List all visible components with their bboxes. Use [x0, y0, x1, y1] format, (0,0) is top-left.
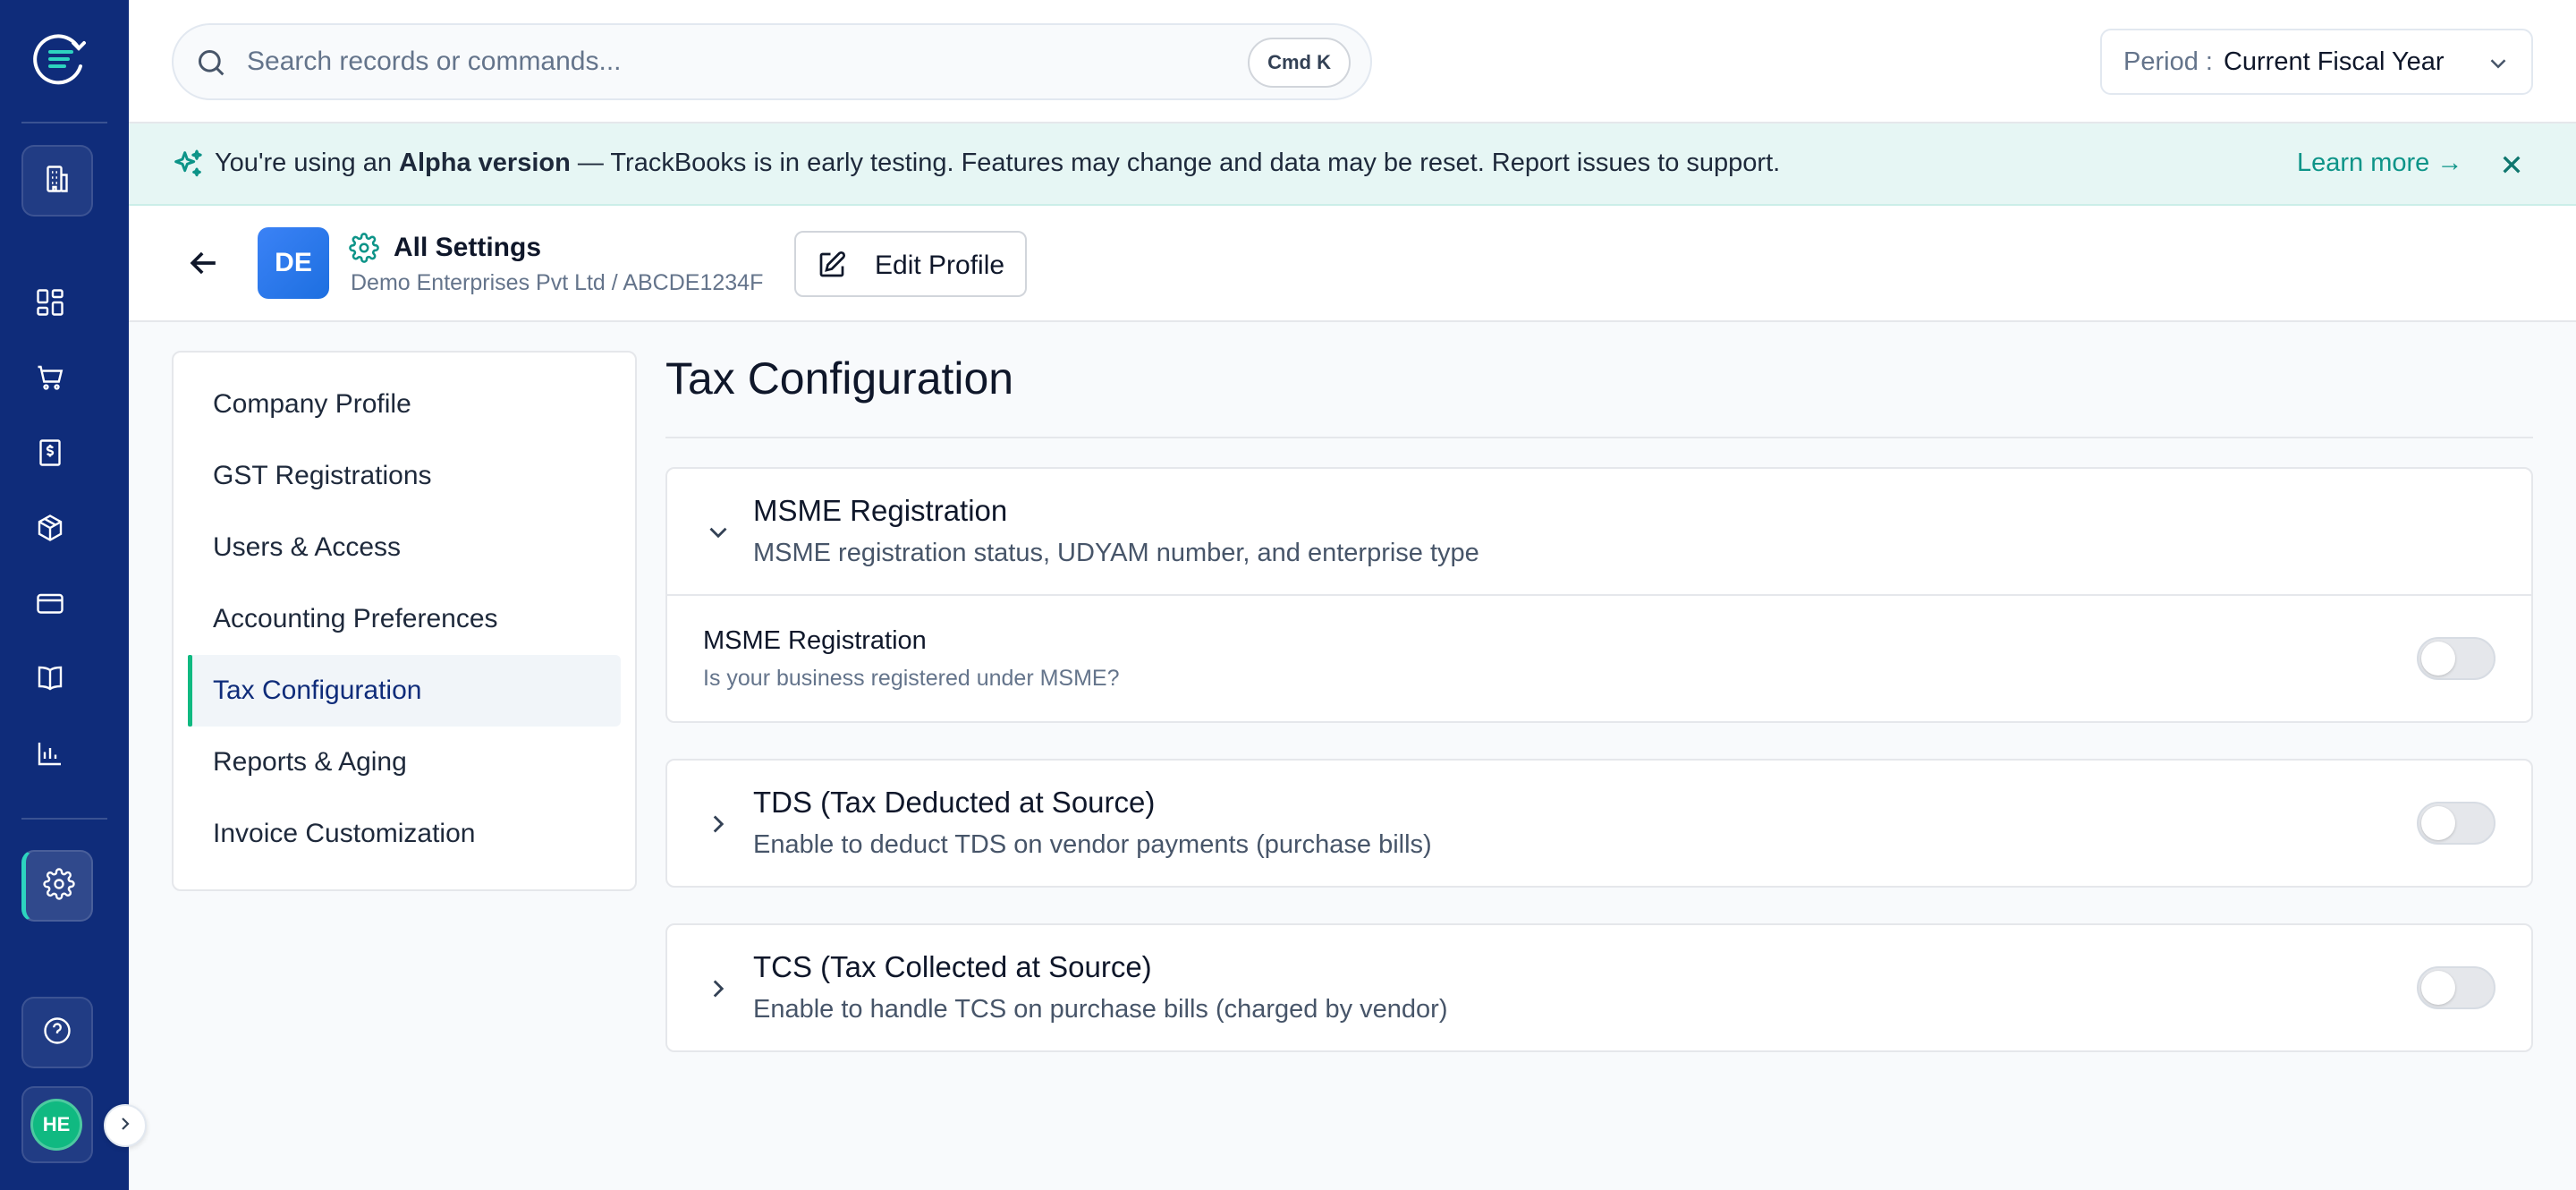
page-breadcrumb-title: All Settings	[394, 233, 542, 262]
cart-icon	[34, 361, 66, 398]
tcs-section-title[interactable]: TCS (Tax Collected at Source)	[753, 950, 1152, 984]
tcs-toggle[interactable]	[2417, 966, 2496, 1009]
sidebar-item-payments[interactable]	[29, 583, 72, 626]
settings-nav-gst-registrations[interactable]: GST Registrations	[188, 440, 621, 512]
chevron-right-icon[interactable]	[703, 973, 733, 1004]
help-circle-icon	[41, 1015, 73, 1051]
card-icon	[34, 587, 66, 624]
settings-nav-accounting-preferences[interactable]: Accounting Preferences	[188, 583, 621, 655]
settings-gear-icon	[349, 233, 379, 263]
chevron-right-icon[interactable]	[703, 809, 733, 839]
chevron-right-icon	[114, 1113, 136, 1139]
edit-profile-button[interactable]: Edit Profile	[794, 231, 1027, 297]
tcs-section-description: Enable to handle TCS on purchase bills (…	[753, 995, 1448, 1024]
breadcrumb-separator: /	[611, 270, 618, 295]
company-avatar: DE	[258, 227, 329, 299]
msme-row-subtitle: Is your business registered under MSME?	[703, 666, 1120, 691]
box-icon	[34, 512, 66, 548]
period-label: Period :	[2123, 47, 2213, 76]
period-value: Current Fiscal Year	[2223, 47, 2445, 76]
company-id: ABCDE1234F	[623, 270, 764, 295]
sidebar-item-sales[interactable]	[29, 358, 72, 401]
settings-nav-reports-aging[interactable]: Reports & Aging	[188, 727, 621, 798]
user-avatar[interactable]: HE	[30, 1099, 82, 1151]
book-icon	[34, 662, 66, 699]
msme-section-description: MSME registration status, UDYAM number, …	[753, 539, 1479, 567]
msme-row-title: MSME Registration	[703, 626, 927, 655]
tds-toggle[interactable]	[2417, 802, 2496, 845]
command-shortcut-badge: Cmd K	[1248, 38, 1351, 88]
settings-nav: Company Profile GST Registrations Users …	[172, 351, 637, 891]
sparkles-icon	[170, 147, 206, 183]
sidebar-divider	[21, 818, 107, 820]
msme-registration-toggle[interactable]	[2417, 637, 2496, 680]
banner-suffix: — TrackBooks is in early testing. Featur…	[570, 149, 1781, 177]
settings-nav-company-profile[interactable]: Company Profile	[188, 369, 621, 440]
tcs-section-card: TCS (Tax Collected at Source) Enable to …	[665, 923, 2533, 1052]
settings-header: DE All Settings Demo Enterprises Pvt Ltd…	[129, 206, 2576, 322]
search-input[interactable]: Search records or commands... Cmd K	[172, 23, 1372, 100]
sidebar-item-invoices[interactable]	[29, 433, 72, 476]
sidebar-item-inventory[interactable]	[29, 508, 72, 551]
banner-prefix: You're using an	[215, 149, 400, 177]
sidebar-item-help[interactable]	[21, 997, 93, 1068]
sidebar-item-company[interactable]	[21, 145, 93, 217]
sidebar-item-dashboard[interactable]	[29, 283, 72, 326]
sidebar-divider	[21, 122, 107, 123]
settings-nav-invoice-customization[interactable]: Invoice Customization	[188, 798, 621, 870]
back-arrow-icon[interactable]	[184, 243, 224, 283]
tds-section-description: Enable to deduct TDS on vendor payments …	[753, 830, 1432, 859]
receipt-dollar-icon	[34, 437, 66, 473]
top-bar: Search records or commands... Cmd K Peri…	[129, 0, 2576, 123]
chevron-down-icon	[2485, 50, 2512, 77]
building-icon	[41, 163, 73, 200]
gear-icon	[42, 867, 75, 905]
tds-section-title[interactable]: TDS (Tax Deducted at Source)	[753, 786, 1155, 820]
title-divider	[665, 437, 2533, 438]
close-icon[interactable]	[2494, 147, 2529, 183]
tds-section-card: TDS (Tax Deducted at Source) Enable to d…	[665, 759, 2533, 888]
edit-icon	[816, 249, 848, 281]
search-icon	[193, 45, 229, 81]
expand-sidebar-button[interactable]	[104, 1104, 147, 1147]
banner-message: You're using an Alpha version — TrackBoo…	[215, 149, 1780, 178]
period-select[interactable]: Period : Current Fiscal Year	[2100, 29, 2533, 95]
trackbooks-logo-icon[interactable]	[32, 30, 89, 88]
sidebar-item-ledger[interactable]	[29, 659, 72, 701]
bar-chart-icon	[34, 737, 66, 774]
search-placeholder: Search records or commands...	[247, 47, 622, 76]
msme-section-title[interactable]: MSME Registration	[753, 494, 1007, 528]
company-name: Demo Enterprises Pvt Ltd	[351, 270, 606, 295]
section-divider	[667, 594, 2531, 596]
settings-nav-users-access[interactable]: Users & Access	[188, 512, 621, 583]
chevron-down-icon[interactable]	[703, 517, 733, 548]
page-title: Tax Configuration	[665, 353, 1014, 404]
msme-section-card: MSME Registration MSME registration stat…	[665, 467, 2533, 723]
company-subtitle: Demo Enterprises Pvt Ltd / ABCDE1234F	[351, 270, 763, 296]
edit-profile-label: Edit Profile	[875, 251, 1005, 280]
alpha-banner: You're using an Alpha version — TrackBoo…	[129, 123, 2576, 206]
sidebar-item-reports[interactable]	[29, 734, 72, 777]
sidebar: HE	[0, 0, 129, 1190]
grid-icon	[34, 286, 66, 323]
settings-nav-tax-configuration[interactable]: Tax Configuration	[188, 655, 621, 727]
banner-version: Alpha version	[399, 149, 571, 177]
sidebar-item-settings[interactable]	[21, 850, 93, 922]
learn-more-link[interactable]: Learn more →	[2297, 149, 2462, 178]
